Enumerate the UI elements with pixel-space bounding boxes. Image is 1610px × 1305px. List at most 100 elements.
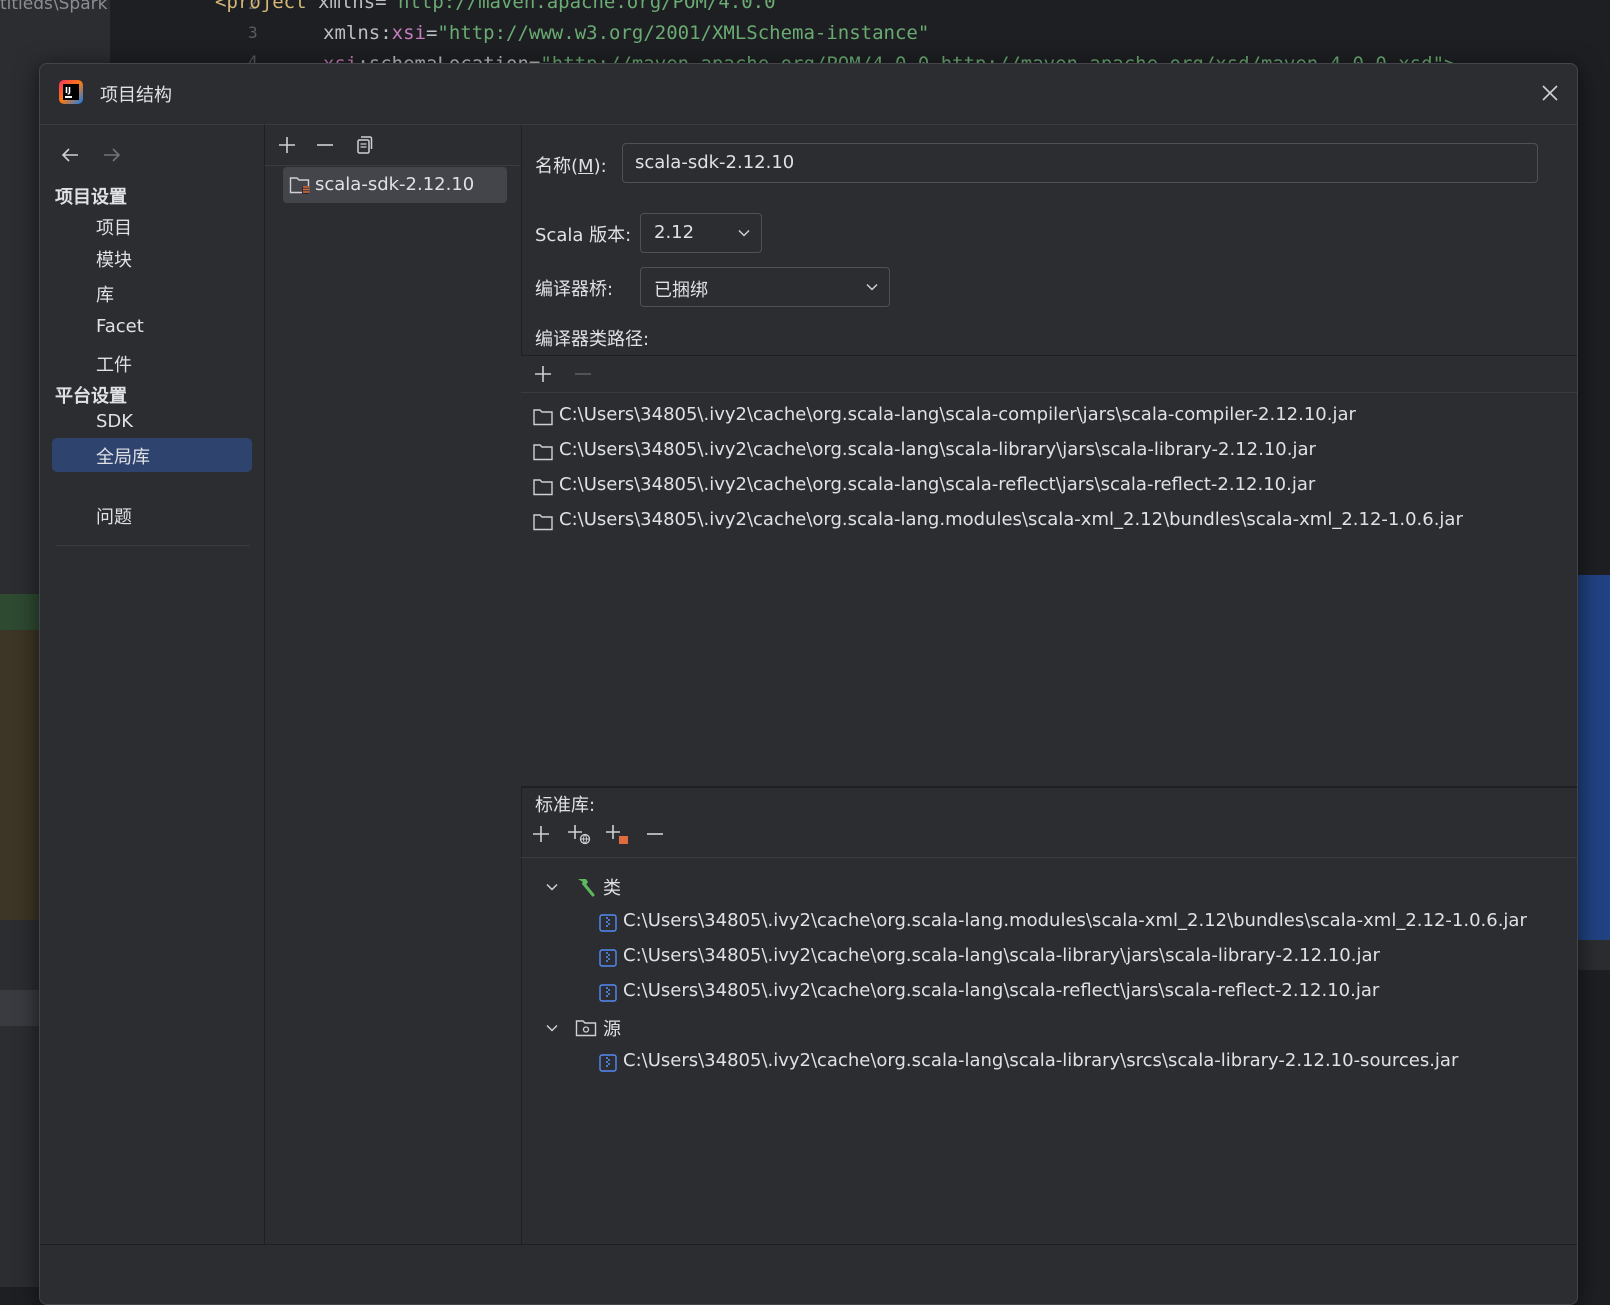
tree-item-label: C:\Users\34805\.ivy2\cache\org.scala-lan… bbox=[623, 980, 1380, 1001]
sidebar-item-global-libraries[interactable]: 全局库 bbox=[52, 438, 252, 472]
jar-icon bbox=[599, 949, 617, 967]
sidebar-item-label: 全局库 bbox=[96, 447, 150, 468]
classpath-item-label: C:\Users\34805\.ivy2\cache\org.scala-lan… bbox=[559, 439, 1316, 460]
tree-item-label: C:\Users\34805\.ivy2\cache\org.scala-lan… bbox=[623, 1050, 1459, 1071]
classpath-item-label: C:\Users\34805\.ivy2\cache\org.scala-lan… bbox=[559, 474, 1316, 495]
platform-settings-header: 平台设置 bbox=[55, 386, 127, 407]
minus-icon bbox=[317, 144, 333, 146]
tree-item-label: C:\Users\34805\.ivy2\cache\org.scala-lan… bbox=[623, 945, 1380, 966]
forward-button[interactable] bbox=[100, 143, 124, 167]
library-folder-icon bbox=[289, 177, 310, 194]
remove-root-button[interactable] bbox=[641, 820, 669, 848]
standard-library-toolbar bbox=[527, 820, 669, 848]
settings-sidebar: 项目设置 项目 模块 库 Facet 工件 平台设置 SDK 全局库 问题 bbox=[40, 124, 270, 1304]
sidebar-item-facets[interactable]: Facet bbox=[52, 311, 252, 345]
exclude-button[interactable] bbox=[603, 820, 631, 848]
code-line: xmlns:xsi="http://www.w3.org/2001/XMLSch… bbox=[323, 22, 930, 44]
compiler-classpath-label: 编译器类路径: bbox=[535, 329, 650, 350]
sidebar-item-problems[interactable]: 问题 bbox=[52, 498, 252, 532]
remove-classpath-button[interactable] bbox=[569, 360, 597, 388]
tree-group-label: 源 bbox=[603, 1019, 621, 1040]
folder-icon bbox=[533, 444, 553, 461]
tree-group-label: 类 bbox=[603, 878, 621, 899]
plus-exclude-icon bbox=[606, 825, 628, 844]
dialog-titlebar: IJ 项目结构 bbox=[40, 64, 1577, 124]
classpath-item-label: C:\Users\34805\.ivy2\cache\org.scala-lan… bbox=[559, 404, 1356, 425]
mnemonic-underline: M bbox=[578, 156, 594, 177]
sidebar-item-artifacts[interactable]: 工件 bbox=[52, 346, 252, 380]
library-item-label: scala-sdk-2.12.10 bbox=[315, 174, 475, 195]
toolbar-divider bbox=[265, 165, 521, 166]
minus-icon bbox=[647, 833, 663, 835]
sidebar-item-label: Facet bbox=[96, 316, 144, 337]
compiler-bridge-value: 已捆绑 bbox=[654, 280, 708, 301]
plus-icon bbox=[279, 137, 295, 153]
project-settings-header: 项目设置 bbox=[55, 187, 127, 208]
nav-arrows bbox=[58, 143, 124, 167]
plus-icon bbox=[533, 826, 549, 842]
tree-item-label: C:\Users\34805\.ivy2\cache\org.scala-lan… bbox=[623, 910, 1527, 931]
sidebar-item-label: 工件 bbox=[96, 355, 132, 376]
library-item[interactable]: scala-sdk-2.12.10 bbox=[283, 167, 507, 203]
minus-icon bbox=[575, 373, 591, 375]
scala-version-label: Scala 版本: bbox=[535, 225, 632, 246]
sidebar-item-label: 库 bbox=[96, 285, 114, 306]
jar-icon bbox=[599, 914, 617, 932]
dialog-bottom-bar bbox=[40, 1244, 1577, 1304]
chevron-down-icon bbox=[546, 883, 558, 891]
bg-highlight bbox=[0, 594, 40, 630]
close-icon bbox=[1542, 85, 1558, 101]
folder-icon bbox=[533, 514, 553, 531]
compiler-classpath-panel: C:\Users\34805\.ivy2\cache\org.scala-lan… bbox=[521, 355, 1577, 786]
sidebar-item-sdk[interactable]: SDK bbox=[52, 406, 252, 440]
scala-version-value: 2.12 bbox=[654, 222, 695, 243]
jar-icon bbox=[599, 1054, 617, 1072]
compiler-bridge-select[interactable]: 已捆绑 bbox=[640, 267, 890, 307]
attach-url-button[interactable] bbox=[565, 820, 593, 848]
jar-icon bbox=[599, 984, 617, 1002]
code-line: <project xmlns="http://maven.apache.org/… bbox=[215, 0, 787, 13]
sidebar-item-project[interactable]: 项目 bbox=[52, 209, 252, 243]
folder-icon bbox=[533, 409, 553, 426]
add-classpath-button[interactable] bbox=[529, 360, 557, 388]
folder-icon bbox=[533, 479, 553, 496]
sidebar-item-label: 项目 bbox=[96, 218, 132, 239]
scala-version-select[interactable]: 2.12 bbox=[640, 213, 762, 253]
panel-divider bbox=[521, 786, 1577, 788]
source-folder-icon bbox=[575, 1020, 597, 1037]
close-button[interactable] bbox=[1535, 78, 1565, 108]
library-details-panel: 名称(M): scala-sdk-2.12.10 Scala 版本: 2.12 … bbox=[521, 124, 1577, 1304]
library-toolbar bbox=[273, 131, 377, 159]
toolbar-divider bbox=[521, 857, 1577, 858]
classpath-toolbar bbox=[529, 360, 597, 388]
copy-library-button[interactable] bbox=[349, 131, 377, 159]
sidebar-item-label: SDK bbox=[96, 411, 134, 432]
bg-highlight bbox=[0, 630, 40, 920]
plus-icon bbox=[535, 366, 551, 382]
sidebar-divider bbox=[55, 545, 250, 546]
project-structure-dialog: IJ 项目结构 项目设置 项目 模块 库 Facet 工件 平台设置 SDK 全… bbox=[39, 63, 1578, 1305]
standard-library-label: 标准库: bbox=[535, 795, 596, 816]
hammer-icon bbox=[578, 879, 595, 897]
remove-library-button[interactable] bbox=[311, 131, 339, 159]
plus-globe-icon bbox=[568, 825, 591, 845]
name-input[interactable]: scala-sdk-2.12.10 bbox=[622, 143, 1538, 183]
back-button[interactable] bbox=[58, 143, 82, 167]
library-list-panel: scala-sdk-2.12.10 bbox=[264, 124, 522, 1304]
sidebar-item-modules[interactable]: 模块 bbox=[52, 241, 252, 275]
arrow-left-icon bbox=[61, 148, 78, 162]
toolbar-divider bbox=[521, 392, 1577, 393]
name-label: 名称(M): bbox=[535, 156, 607, 177]
bg-highlight bbox=[0, 990, 40, 1026]
chevron-down-icon bbox=[546, 1024, 558, 1032]
line-number: 3 bbox=[248, 23, 258, 42]
project-path-fragment: titleds\Spark bbox=[0, 0, 108, 14]
sidebar-item-libraries[interactable]: 库 bbox=[52, 276, 252, 310]
arrow-right-icon bbox=[104, 148, 121, 162]
add-root-button[interactable] bbox=[527, 820, 555, 848]
add-library-button[interactable] bbox=[273, 131, 301, 159]
chevron-down-icon bbox=[738, 229, 750, 237]
copy-icon bbox=[357, 136, 373, 154]
chevron-down-icon bbox=[866, 283, 878, 291]
intellij-logo-icon: IJ bbox=[59, 80, 83, 104]
